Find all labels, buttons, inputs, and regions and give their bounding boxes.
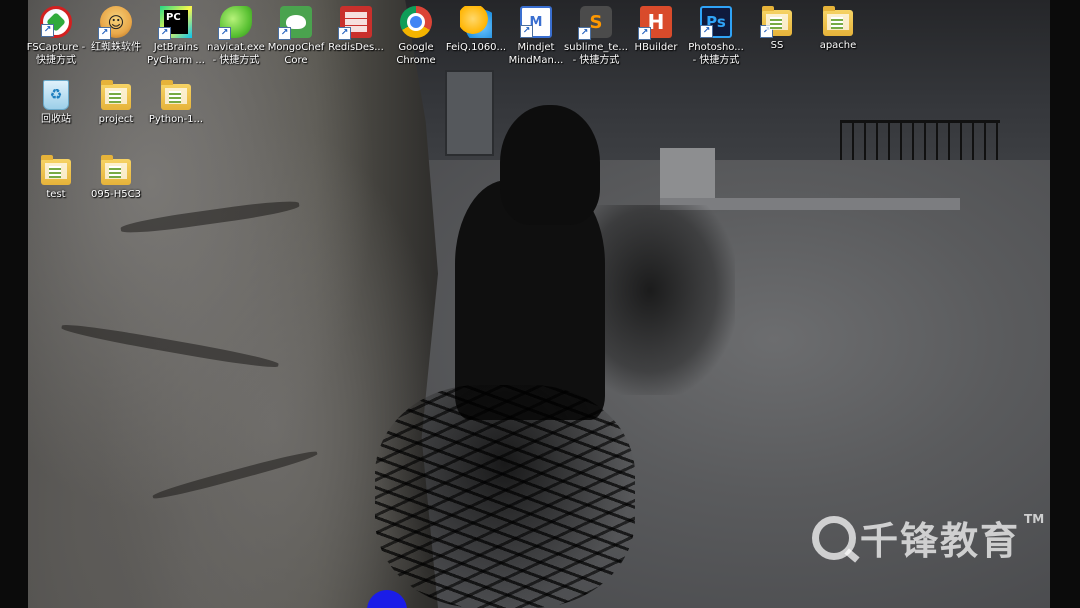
watermark-q-icon <box>812 515 856 560</box>
icon-label: apache <box>802 39 874 52</box>
folder-icon <box>161 80 191 110</box>
wallpaper-hooded-figure-robe <box>375 385 635 608</box>
apache-folder[interactable]: apache <box>806 6 870 52</box>
fscapture-shortcut[interactable]: ↗ FSCapture - 快捷方式 <box>24 6 88 67</box>
desktop-screen: 千锋教育 TM ↗ FSCapture - 快捷方式 ☺ ↗ 红蜘蛛软件 PC ↗ JetBra… <box>0 0 1080 608</box>
shortcut-arrow-icon: ↗ <box>638 27 651 40</box>
icon-label-line1: apache <box>819 40 857 51</box>
ps-icon: Ps ↗ <box>700 6 732 38</box>
wallpaper-curb <box>660 148 715 203</box>
icon-label: 095-H5C3 <box>80 188 152 201</box>
folder-zip-strip-icon <box>169 91 181 103</box>
folder-zip-strip-icon <box>109 91 121 103</box>
icon-label-line2: 快捷方式 <box>36 55 76 66</box>
mindjet-icon: M ↗ <box>520 6 552 38</box>
icon-label: Python-1... <box>140 113 212 126</box>
icon-label-line2: - 快捷方式 <box>692 55 740 66</box>
wallpaper-door <box>445 70 494 156</box>
ss-shortcut[interactable]: ↗ SS <box>745 6 809 52</box>
folder-icon <box>101 80 131 110</box>
navicat-icon: ↗ <box>218 6 252 40</box>
icon-label-line1: 095-H5C3 <box>91 189 141 200</box>
sublime-shortcut[interactable]: S ↗ sublime_te... - 快捷方式 <box>564 6 628 67</box>
chrome-icon <box>400 6 432 38</box>
hbuilder-icon: H ↗ <box>638 6 672 40</box>
redis-desktop-shortcut[interactable]: ↗ RedisDes... <box>324 6 388 54</box>
test-folder[interactable]: test <box>24 155 88 201</box>
shortcut-arrow-icon: ↗ <box>218 27 231 40</box>
folder-icon <box>41 155 71 185</box>
folder-icon <box>101 155 131 185</box>
wallpaper-hooded-figure-hood <box>500 105 600 225</box>
project-folder[interactable]: project <box>84 80 148 126</box>
hbuilder-shortcut[interactable]: H ↗ HBuilder <box>624 6 688 54</box>
shortcut-arrow-icon: ↗ <box>41 24 54 37</box>
shortcut-arrow-icon: ↗ <box>520 25 533 38</box>
shortcut-arrow-icon: ↗ <box>158 27 171 40</box>
watermark-tm: TM <box>1024 512 1045 526</box>
recycle-icon: ♻ <box>43 80 69 110</box>
icon-label-line2: Core <box>284 55 308 66</box>
google-chrome-shortcut[interactable]: Google Chrome <box>384 6 448 67</box>
photoshop-shortcut[interactable]: Ps ↗ Photosho... - 快捷方式 <box>684 6 748 67</box>
hongzhizhu-software[interactable]: ☺ ↗ 红蜘蛛软件 <box>84 6 148 54</box>
folder-icon <box>823 6 853 36</box>
pycharm-icon: PC ↗ <box>158 6 192 40</box>
pycharm-shortcut[interactable]: PC ↗ JetBrains PyCharm ... <box>144 6 208 67</box>
shortcut-arrow-icon: ↗ <box>98 27 111 40</box>
watermark-text: 千锋教育 <box>860 519 1021 563</box>
icon-label-line1: Python-1... <box>148 114 204 125</box>
icon-label-line2: - 快捷方式 <box>572 55 620 66</box>
feiq-shortcut[interactable]: FeiQ.1060... <box>444 6 508 54</box>
shortcut-arrow-icon: ↗ <box>578 27 591 40</box>
shortcut-arrow-icon: ↗ <box>278 27 291 40</box>
redis-icon: ↗ <box>338 6 372 40</box>
folder-zip-strip-icon <box>109 166 121 178</box>
fscapture-icon: ↗ <box>40 6 72 38</box>
folder-icon: ↗ <box>760 6 792 38</box>
navicat-shortcut[interactable]: ↗ navicat.exe - 快捷方式 <box>204 6 268 67</box>
shortcut-arrow-icon: ↗ <box>700 25 713 38</box>
icon-label-line2: Chrome <box>396 55 436 66</box>
spider-icon: ☺ ↗ <box>98 6 132 40</box>
folder-zip-strip-icon <box>770 17 782 29</box>
mongo-icon: ↗ <box>278 6 312 40</box>
watermark-logo: 千锋教育 TM <box>812 510 1044 565</box>
mindjet-shortcut[interactable]: M ↗ Mindjet MindMan... <box>504 6 568 67</box>
feiq-icon <box>460 6 492 38</box>
folder-zip-strip-icon <box>831 17 843 29</box>
recycle-bin[interactable]: ♻ 回收站 <box>24 80 88 126</box>
letterbox-right <box>1050 0 1080 608</box>
095-h5c3-folder[interactable]: 095-H5C3 <box>84 155 148 201</box>
shortcut-arrow-icon: ↗ <box>338 27 351 40</box>
sublime-icon: S ↗ <box>578 6 612 40</box>
folder-zip-strip-icon <box>49 166 61 178</box>
mongochef-shortcut[interactable]: ↗ MongoChef Core <box>264 6 328 67</box>
python-folder[interactable]: Python-1... <box>144 80 208 126</box>
